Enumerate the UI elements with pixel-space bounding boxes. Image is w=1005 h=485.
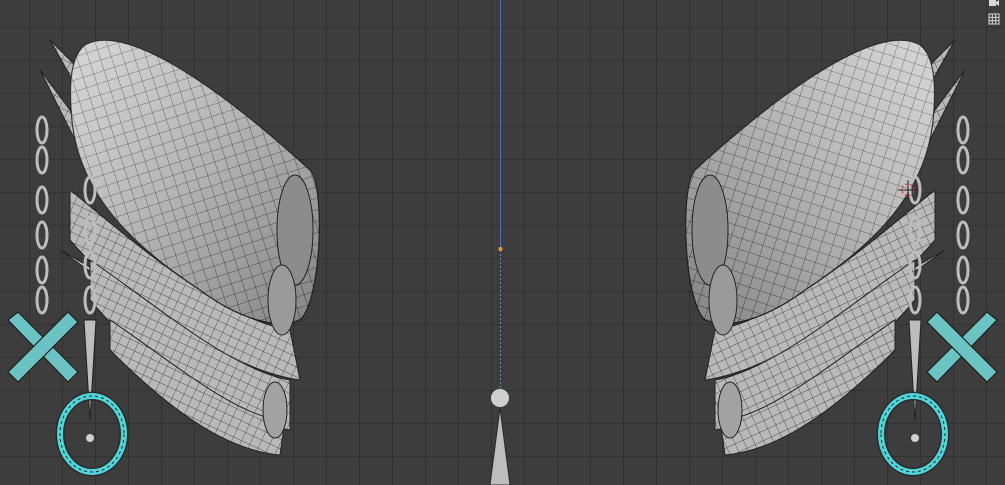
left-pauldron-mesh (39, 39, 320, 456)
left-ring-control (55, 391, 129, 477)
3d-viewport[interactable] (0, 0, 1005, 485)
origin-point (498, 247, 503, 251)
left-x-control (7, 311, 79, 383)
viewport-scene (7, 0, 998, 485)
center-bone (489, 389, 511, 485)
right-pauldron-mesh (685, 39, 998, 477)
